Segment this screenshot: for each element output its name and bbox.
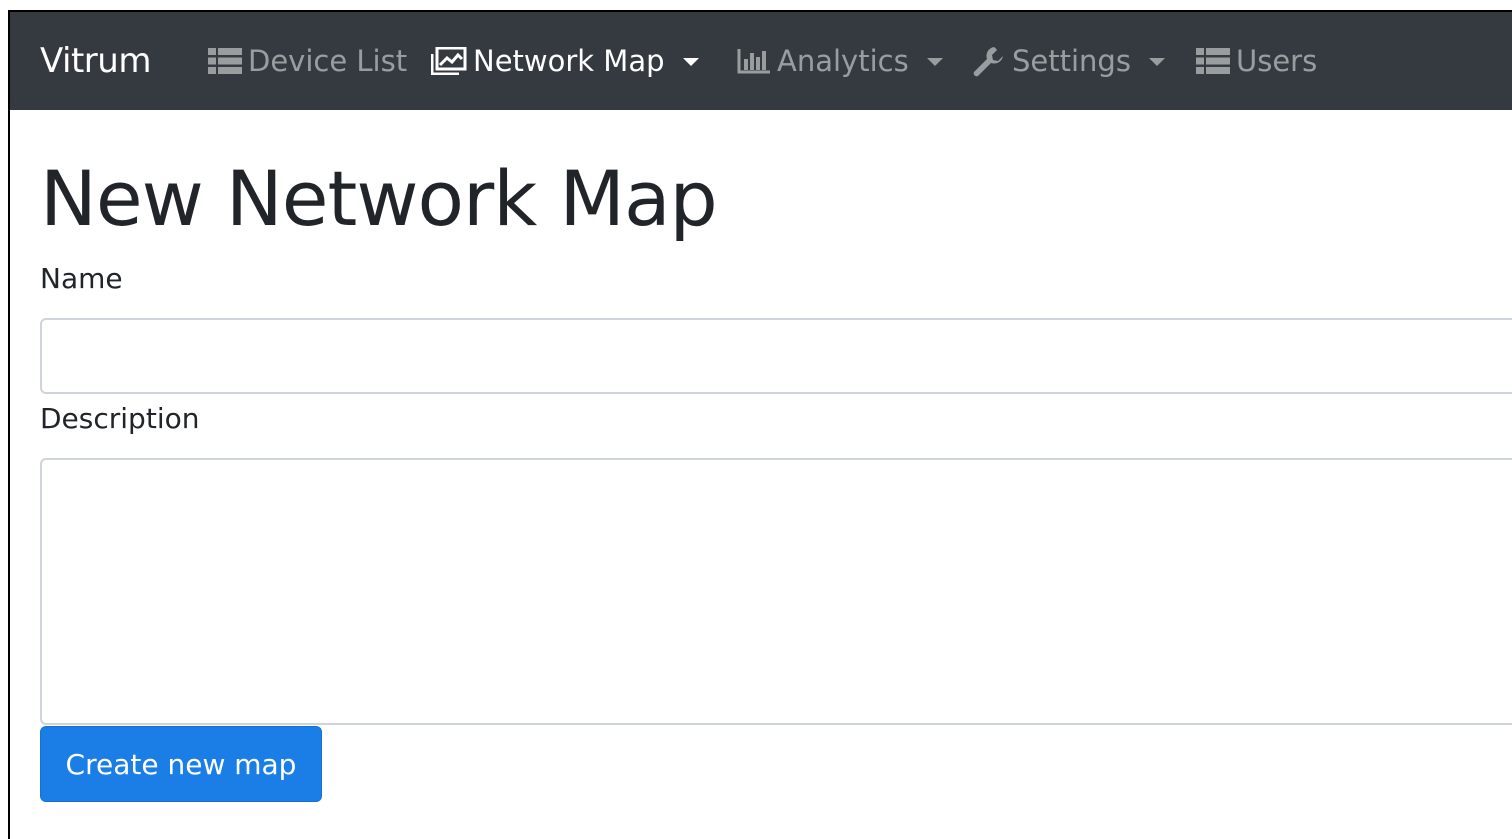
name-label: Name	[40, 262, 123, 295]
nav-network-map[interactable]: Network Map	[431, 12, 699, 110]
description-textarea[interactable]	[40, 458, 1512, 725]
nav-users[interactable]: Users	[1196, 12, 1317, 110]
nav-users-label: Users	[1236, 44, 1318, 78]
nav-settings-label: Settings	[1012, 44, 1131, 78]
nav-analytics[interactable]: Analytics	[737, 12, 943, 110]
app-frame: Vitrum Device List Network Map Analytics…	[8, 10, 1512, 839]
nav-settings[interactable]: Settings	[972, 12, 1165, 110]
nav-device-list[interactable]: Device List	[208, 12, 407, 110]
chevron-down-icon	[1148, 58, 1165, 66]
nav-network-map-label: Network Map	[473, 44, 665, 78]
create-map-button[interactable]: Create new map	[40, 726, 322, 802]
nav-analytics-label: Analytics	[777, 44, 909, 78]
chevron-down-icon	[682, 58, 699, 66]
description-label: Description	[40, 402, 200, 435]
bar-chart-icon	[737, 47, 771, 75]
list-icon	[1196, 47, 1230, 75]
chevron-down-icon	[926, 58, 943, 66]
page-title: New Network Map	[40, 154, 718, 243]
image-icon	[431, 47, 467, 75]
brand-logo[interactable]: Vitrum	[40, 12, 151, 110]
top-navbar: Vitrum Device List Network Map Analytics…	[10, 12, 1512, 110]
wrench-icon	[972, 45, 1006, 77]
name-input[interactable]	[40, 318, 1512, 394]
nav-device-list-label: Device List	[248, 44, 408, 78]
list-icon	[208, 47, 242, 75]
